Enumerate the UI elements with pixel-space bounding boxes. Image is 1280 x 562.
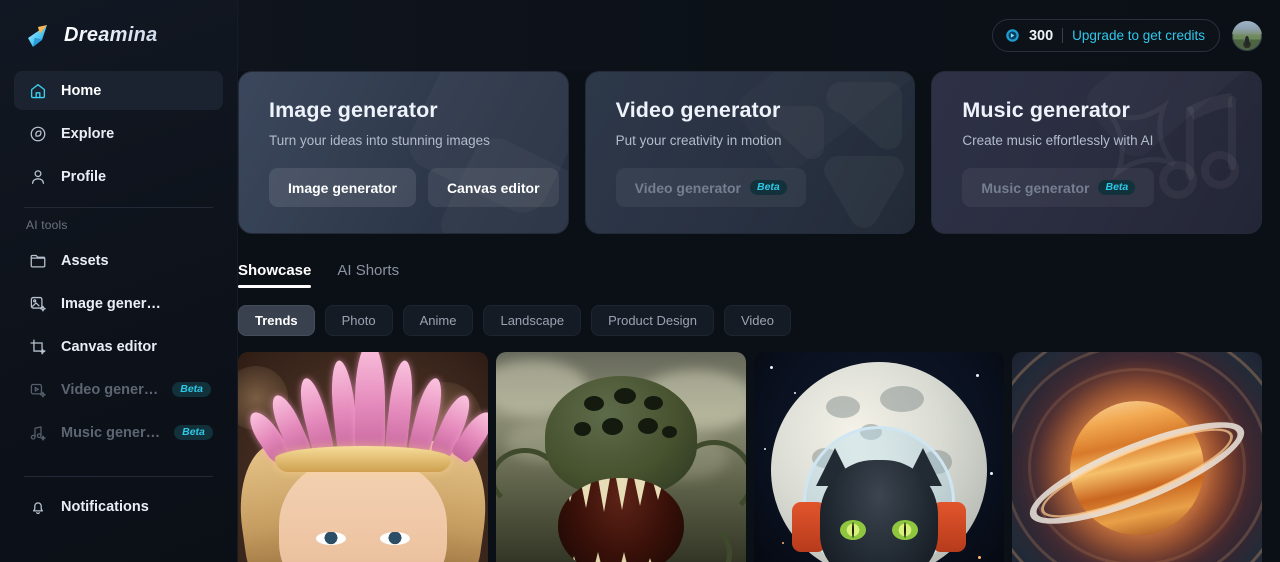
chip-photo[interactable]: Photo bbox=[324, 305, 393, 336]
sidebar-item-video-generator[interactable]: Video gener… Beta bbox=[14, 370, 223, 409]
sidebar-item-music-generator[interactable]: Music gener… Beta bbox=[14, 413, 223, 452]
sidebar-divider-bottom bbox=[24, 476, 213, 477]
tab-showcase[interactable]: Showcase bbox=[238, 262, 312, 288]
chip-label: Photo bbox=[341, 313, 376, 328]
chip-product-design[interactable]: Product Design bbox=[591, 305, 714, 336]
sidebar-item-label: Explore bbox=[61, 125, 115, 142]
hero-card-row: Image generator Turn your ideas into stu… bbox=[238, 71, 1280, 234]
music-generator-button[interactable]: Music generator Beta bbox=[962, 168, 1155, 207]
user-avatar[interactable] bbox=[1232, 20, 1262, 51]
upgrade-link[interactable]: Upgrade to get credits bbox=[1072, 28, 1205, 43]
compass-icon bbox=[28, 124, 47, 143]
sidebar-item-label: Canvas editor bbox=[61, 338, 157, 355]
topbar: 300 Upgrade to get credits bbox=[238, 0, 1280, 71]
hero-card-title: Image generator bbox=[269, 98, 438, 122]
hero-card-video-generator[interactable]: Video generator Put your creativity in m… bbox=[584, 71, 916, 234]
gallery-image-monster bbox=[496, 352, 746, 562]
bell-icon bbox=[28, 497, 47, 516]
image-sparkle-icon bbox=[28, 294, 47, 313]
sidebar-item-canvas-editor[interactable]: Canvas editor bbox=[14, 327, 223, 366]
brand-name: Dreamina bbox=[64, 24, 158, 46]
user-icon bbox=[28, 167, 47, 186]
beta-badge: Beta bbox=[1098, 179, 1136, 196]
video-sparkle-icon bbox=[28, 380, 47, 399]
beta-badge: Beta bbox=[750, 179, 787, 196]
canvas-frame-icon bbox=[28, 337, 47, 356]
tab-ai-shorts[interactable]: AI Shorts bbox=[337, 262, 399, 288]
tab-label: Showcase bbox=[238, 262, 312, 279]
chip-trends[interactable]: Trends bbox=[238, 305, 315, 336]
card-decoration bbox=[239, 72, 568, 233]
hero-card-title: Video generator bbox=[615, 98, 781, 122]
sidebar-item-label: Assets bbox=[61, 252, 109, 269]
sidebar-item-home[interactable]: Home bbox=[14, 71, 223, 110]
card-decoration bbox=[932, 72, 1261, 233]
gallery-card[interactable] bbox=[1012, 352, 1262, 562]
hero-card-music-generator[interactable]: Music generator Create music effortlessl… bbox=[931, 71, 1263, 234]
brand[interactable]: Dreamina bbox=[14, 0, 223, 71]
hero-card-title: Music generator bbox=[962, 98, 1130, 122]
hero-card-subtitle: Create music effortlessly with AI bbox=[962, 133, 1154, 148]
chip-video[interactable]: Video bbox=[723, 305, 791, 336]
sidebar-item-label: Notifications bbox=[61, 498, 149, 515]
gallery-image-princess-crown bbox=[238, 352, 488, 562]
button-label: Canvas editor bbox=[446, 179, 540, 196]
card-decoration bbox=[586, 72, 915, 233]
gallery-card[interactable] bbox=[238, 352, 488, 562]
gallery-card[interactable] bbox=[754, 352, 1004, 562]
music-sparkle-icon bbox=[28, 423, 47, 442]
hero-card-buttons: Video generator Beta bbox=[615, 168, 915, 207]
gallery-image-ringed-planet bbox=[1012, 352, 1262, 562]
chip-anime[interactable]: Anime bbox=[402, 305, 474, 336]
hero-card-buttons: Image generator Canvas editor bbox=[269, 168, 568, 207]
content-tabs: Showcase AI Shorts bbox=[238, 262, 1280, 288]
gallery-image-space-cat bbox=[754, 352, 1004, 562]
showcase-gallery bbox=[238, 352, 1280, 562]
dreamina-logo-icon bbox=[25, 22, 55, 50]
sidebar-item-notifications[interactable]: Notifications bbox=[14, 487, 223, 526]
chip-label: Anime bbox=[419, 313, 457, 328]
sidebar-item-label: Video gener… bbox=[61, 381, 159, 398]
button-label: Image generator bbox=[288, 179, 397, 196]
sidebar-item-assets[interactable]: Assets bbox=[14, 241, 223, 280]
filter-chips: Trends Photo Anime Landscape Product Des… bbox=[238, 305, 1280, 336]
sidebar-section-caption: AI tools bbox=[26, 218, 68, 232]
beta-badge: Beta bbox=[172, 381, 211, 398]
sidebar-item-label: Home bbox=[61, 82, 102, 99]
beta-badge: Beta bbox=[174, 424, 213, 441]
sidebar-item-label: Profile bbox=[61, 168, 107, 185]
hero-card-subtitle: Turn your ideas into stunning images bbox=[269, 133, 490, 148]
chip-label: Product Design bbox=[608, 313, 697, 328]
app-root: Dreamina Home Explore Profile AI tools A… bbox=[0, 0, 1280, 562]
credits-value: 300 bbox=[1028, 27, 1054, 44]
tab-label: AI Shorts bbox=[337, 262, 400, 279]
main-content: 300 Upgrade to get credits Image generat… bbox=[238, 0, 1280, 562]
sidebar-item-label: Music gener… bbox=[61, 424, 161, 441]
image-generator-button[interactable]: Image generator bbox=[269, 168, 416, 207]
chip-label: Trends bbox=[255, 313, 298, 328]
home-icon bbox=[28, 81, 47, 100]
sidebar-item-image-generator[interactable]: Image gener… bbox=[14, 284, 223, 323]
chip-landscape[interactable]: Landscape bbox=[483, 305, 582, 336]
folder-icon bbox=[28, 251, 47, 270]
hero-card-buttons: Music generator Beta bbox=[962, 168, 1261, 207]
sidebar-item-profile[interactable]: Profile bbox=[14, 157, 223, 196]
coin-icon bbox=[1005, 28, 1020, 43]
sidebar-divider-top bbox=[24, 207, 213, 208]
sidebar-item-label: Image gener… bbox=[61, 295, 161, 312]
sidebar-item-explore[interactable]: Explore bbox=[14, 114, 223, 153]
video-generator-button[interactable]: Video generator Beta bbox=[615, 168, 806, 207]
button-label: Music generator bbox=[981, 179, 1090, 196]
canvas-editor-button[interactable]: Canvas editor bbox=[427, 168, 559, 207]
chip-label: Video bbox=[740, 313, 774, 328]
hero-card-subtitle: Put your creativity in motion bbox=[615, 133, 782, 148]
credits-pill[interactable]: 300 Upgrade to get credits bbox=[991, 19, 1220, 52]
button-label: Video generator bbox=[634, 179, 741, 196]
hero-card-image-generator[interactable]: Image generator Turn your ideas into stu… bbox=[238, 71, 569, 234]
credits-separator bbox=[1062, 28, 1064, 43]
sidebar: Dreamina Home Explore Profile AI tools A… bbox=[0, 0, 238, 562]
gallery-card[interactable] bbox=[496, 352, 746, 562]
chip-label: Landscape bbox=[500, 313, 565, 328]
